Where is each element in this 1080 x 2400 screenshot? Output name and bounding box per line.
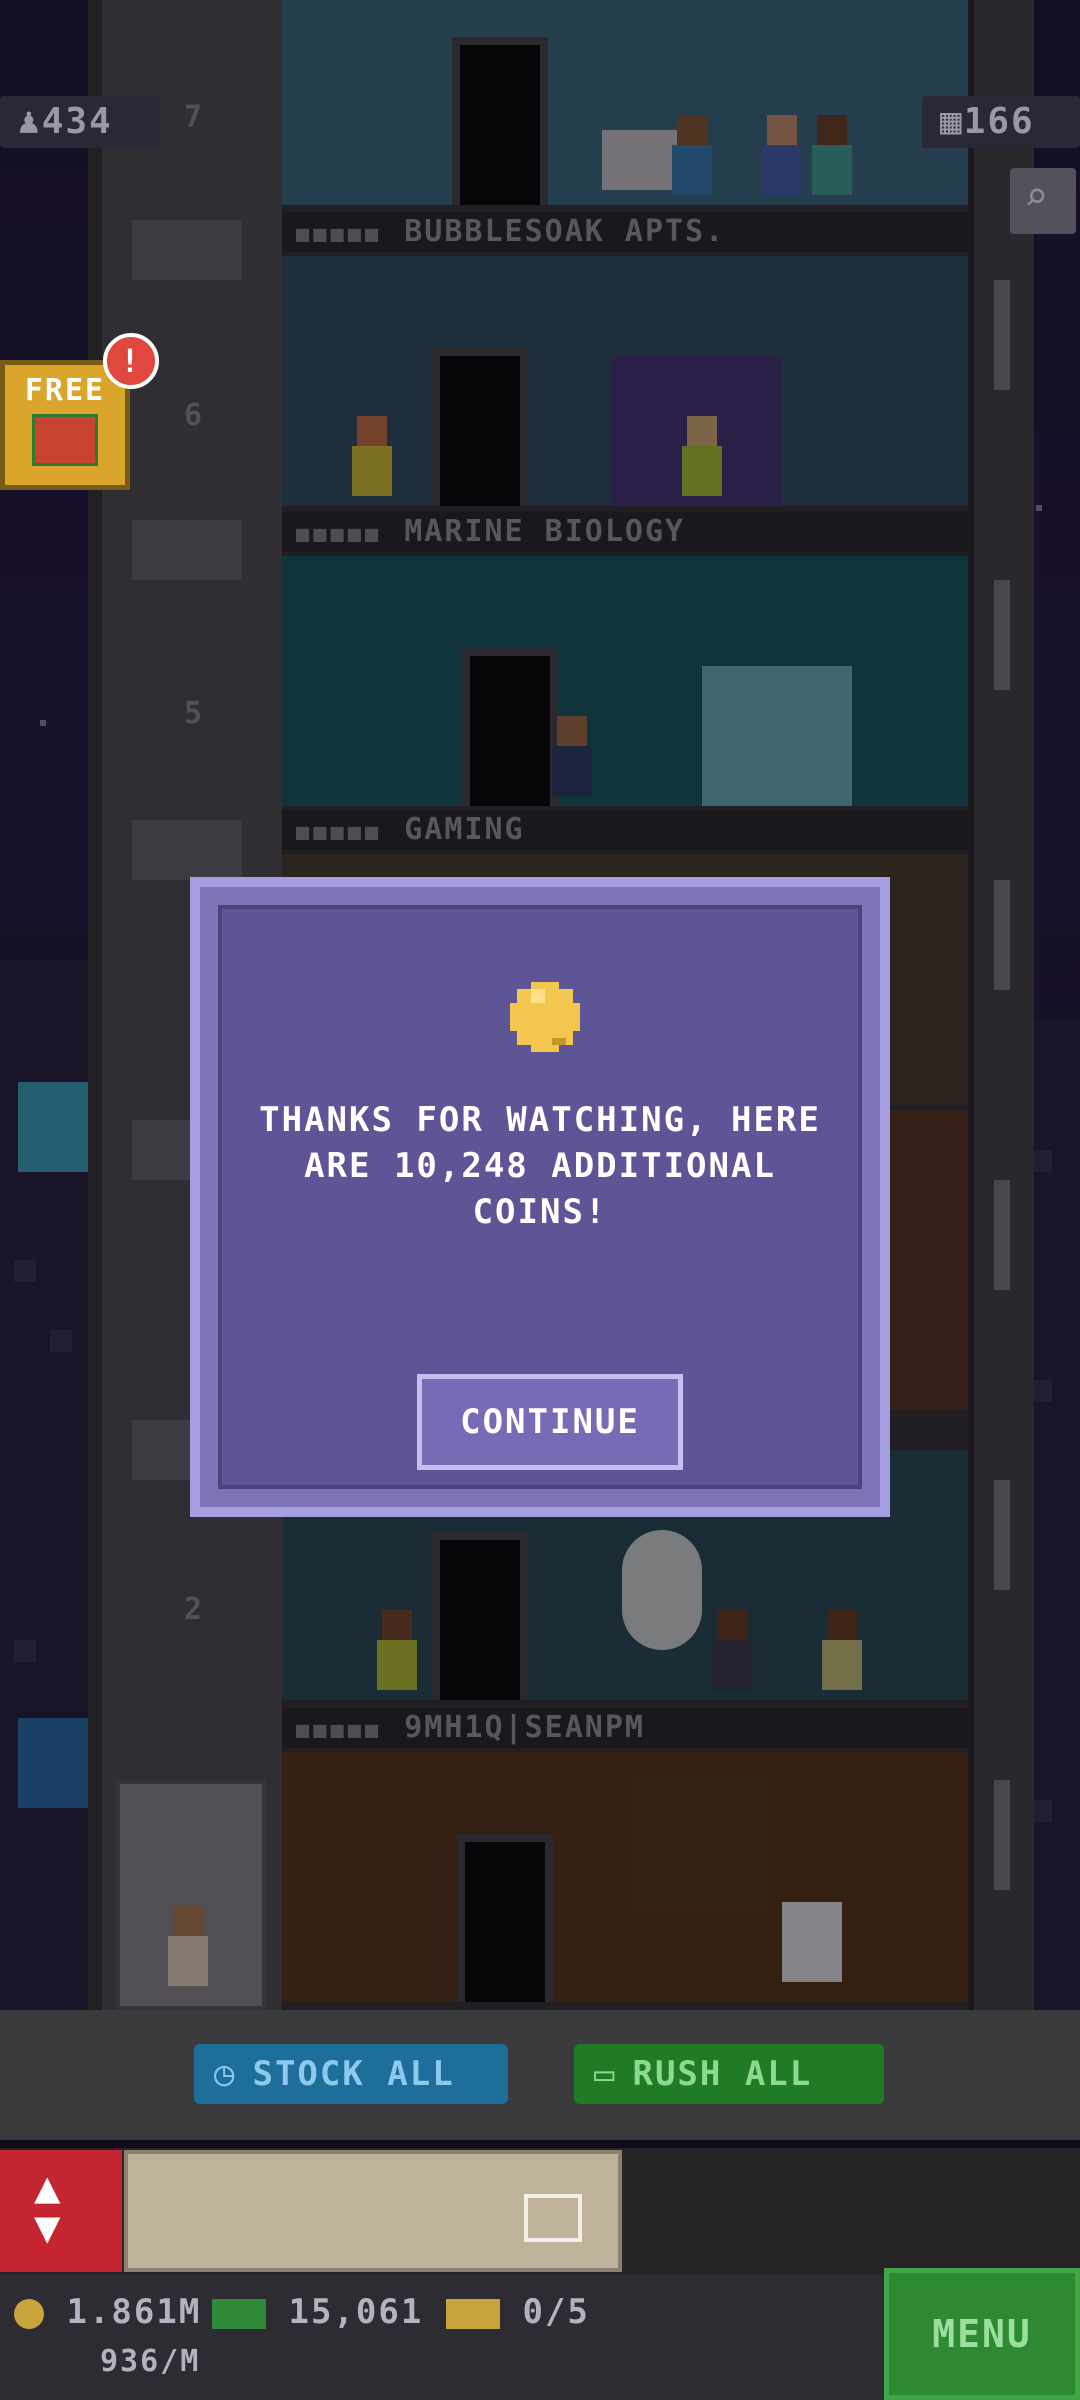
dialog-message: THANKS FOR WATCHING, HERE ARE 10,248 ADD… bbox=[259, 1100, 821, 1232]
tickets-value: 0/5 bbox=[522, 2292, 590, 2332]
updown-arrow-icon: ▲ ▼ bbox=[34, 2162, 61, 2253]
elevator-cargo-panel[interactable] bbox=[124, 2150, 622, 2272]
rush-ticket-icon: ▭ bbox=[594, 2054, 617, 2094]
tickets-display: 0/5 bbox=[446, 2292, 590, 2332]
bux-value: 15,061 bbox=[288, 2292, 424, 2332]
person-icon: ♟ bbox=[18, 101, 42, 142]
bux-count: 166 bbox=[963, 101, 1035, 142]
box-icon bbox=[524, 2194, 582, 2242]
cash-icon bbox=[212, 2298, 266, 2329]
coin-small-icon bbox=[14, 2298, 44, 2329]
population-badge[interactable]: ♟434 bbox=[0, 96, 160, 148]
rush-all-label: RUSH ALL bbox=[632, 2054, 813, 2094]
continue-button[interactable]: CONTINUE bbox=[417, 1374, 683, 1470]
coin-rate: 936/M bbox=[100, 2344, 201, 2379]
coins-display: 1.861M bbox=[14, 2292, 201, 2332]
coins-value: 1.861M bbox=[66, 2292, 202, 2332]
search-button[interactable]: ⌕ bbox=[1010, 168, 1076, 234]
population-count: 434 bbox=[41, 101, 113, 142]
reward-dialog: THANKS FOR WATCHING, HERE ARE 10,248 ADD… bbox=[190, 877, 890, 1517]
ticket-icon bbox=[446, 2298, 500, 2329]
clock-icon: ◷ bbox=[214, 2054, 237, 2094]
free-gift-button[interactable]: FREE ! bbox=[0, 333, 159, 490]
notification-badge: ! bbox=[103, 333, 159, 389]
bux-display: 15,061 bbox=[212, 2292, 423, 2332]
coin-icon bbox=[510, 982, 580, 1052]
search-icon: ⌕ bbox=[1024, 174, 1049, 220]
free-label: FREE bbox=[24, 373, 106, 408]
bux-badge[interactable]: ▦166 bbox=[922, 96, 1080, 148]
stock-all-label: STOCK ALL bbox=[252, 2054, 455, 2094]
elevator-updown-button[interactable]: ▲ ▼ bbox=[0, 2150, 122, 2272]
stock-all-button[interactable]: ◷ STOCK ALL bbox=[194, 2044, 508, 2104]
action-bar bbox=[0, 2010, 1080, 2140]
building-icon: ▦ bbox=[940, 101, 964, 142]
menu-button[interactable]: MENU bbox=[884, 2268, 1080, 2400]
gift-icon bbox=[32, 414, 98, 466]
rush-all-button[interactable]: ▭ RUSH ALL bbox=[574, 2044, 884, 2104]
